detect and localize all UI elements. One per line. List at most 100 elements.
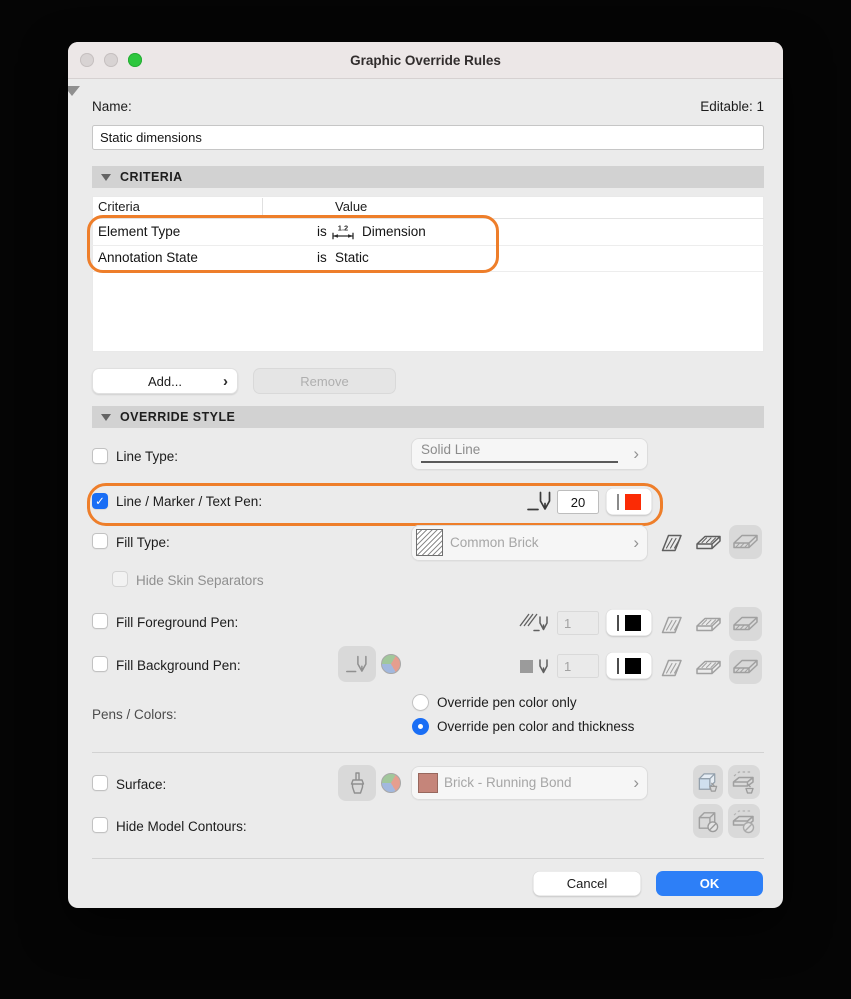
paintbrush-icon bbox=[350, 771, 364, 794]
hide-contours-label: Hide Model Contours: bbox=[116, 819, 247, 834]
fill-pattern-swatch bbox=[416, 529, 443, 556]
add-button-label: Add... bbox=[148, 373, 182, 389]
pen-weight-bar bbox=[616, 493, 620, 510]
bg-pen-icon bbox=[520, 659, 548, 674]
name-input[interactable] bbox=[92, 125, 764, 150]
bg-color-wheel-icon[interactable] bbox=[381, 654, 401, 674]
surface-dropdown[interactable]: Brick - Running Bond › bbox=[411, 766, 648, 800]
window-title: Graphic Override Rules bbox=[350, 53, 501, 68]
divider bbox=[92, 752, 764, 753]
cube-null-icon bbox=[698, 812, 719, 833]
radio-pen-color-thickness-label[interactable]: Override pen color and thickness bbox=[437, 719, 634, 734]
line-type-value: Solid Line bbox=[421, 442, 481, 457]
radio-pen-color-thickness[interactable] bbox=[412, 718, 429, 735]
criteria-section-header[interactable]: CRITERIA bbox=[92, 166, 764, 188]
override-style-section-header[interactable]: OVERRIDE STYLE bbox=[92, 406, 764, 428]
radio-pen-color-only[interactable] bbox=[412, 694, 429, 711]
ok-button[interactable]: OK bbox=[656, 871, 763, 896]
dimension-icon-text: 1.2 bbox=[338, 224, 348, 233]
line-sample bbox=[421, 461, 618, 463]
fill-type-dropdown[interactable]: Common Brick › bbox=[411, 525, 648, 561]
surface-checkbox[interactable] bbox=[92, 775, 108, 791]
section-collapse-icon bbox=[101, 173, 111, 181]
fill-fg-value-input[interactable] bbox=[557, 611, 599, 635]
slab-null-icon bbox=[732, 810, 755, 834]
fill-fg-color-button[interactable] bbox=[606, 609, 652, 636]
check-icon: ✓ bbox=[95, 496, 105, 508]
column-header-value[interactable]: Value bbox=[335, 199, 367, 214]
chevron-right-icon: › bbox=[633, 773, 639, 793]
criterion-operator: is bbox=[317, 224, 327, 239]
pen-color-button[interactable] bbox=[606, 488, 652, 515]
criterion-value: Dimension bbox=[362, 224, 426, 239]
pen-red-swatch bbox=[625, 493, 642, 510]
cover-fill-icon[interactable] bbox=[694, 614, 723, 636]
fill-type-label: Fill Type: bbox=[116, 535, 170, 550]
section-collapse-icon bbox=[101, 413, 111, 421]
criteria-section-title: CRITERIA bbox=[120, 170, 183, 184]
name-label: Name: bbox=[92, 99, 132, 114]
cancel-button[interactable]: Cancel bbox=[533, 871, 641, 896]
criterion-name: Annotation State bbox=[98, 250, 198, 265]
surface-swatch bbox=[418, 773, 438, 793]
cut-fill-button[interactable] bbox=[729, 607, 762, 641]
fg-pen-icon bbox=[519, 613, 548, 632]
line-type-checkbox[interactable] bbox=[92, 448, 108, 464]
criterion-value: Static bbox=[335, 250, 369, 265]
criterion-operator: is bbox=[317, 250, 327, 265]
contours-model-button[interactable] bbox=[693, 804, 723, 838]
cover-fill-icon[interactable] bbox=[694, 657, 723, 679]
screen: Graphic Override Rules Name: Editable: 1… bbox=[0, 0, 851, 999]
surface-value: Brick - Running Bond bbox=[444, 775, 572, 790]
collapse-arrow-icon[interactable] bbox=[68, 86, 80, 96]
paint-cut-button[interactable] bbox=[728, 765, 760, 799]
pen-weight-bar bbox=[616, 657, 620, 674]
fg-black-swatch bbox=[625, 614, 642, 631]
fill-bg-color-button[interactable] bbox=[606, 652, 652, 679]
fill-fg-checkbox[interactable] bbox=[92, 613, 108, 629]
table-row[interactable]: Annotation State is Static bbox=[92, 245, 764, 272]
line-type-label: Line Type: bbox=[116, 449, 179, 464]
cut-fill-icon bbox=[733, 659, 758, 674]
table-row[interactable]: Element Type is 1.2 Dimension bbox=[92, 219, 764, 246]
pen-checkbox[interactable]: ✓ bbox=[92, 493, 108, 509]
surface-picker-button[interactable] bbox=[338, 765, 376, 801]
editable-count: Editable: 1 bbox=[700, 99, 764, 114]
pen-icon bbox=[527, 491, 551, 511]
column-divider bbox=[262, 198, 263, 216]
drafting-fill-icon[interactable] bbox=[658, 531, 685, 555]
paint-model-button[interactable] bbox=[693, 765, 723, 799]
chevron-right-icon: › bbox=[633, 533, 639, 553]
hide-contours-checkbox[interactable] bbox=[92, 817, 108, 833]
pen-value-input[interactable] bbox=[557, 490, 599, 514]
contours-cut-button[interactable] bbox=[728, 804, 760, 838]
surface-color-wheel-icon[interactable] bbox=[381, 773, 401, 793]
cut-fill-icon bbox=[733, 616, 758, 631]
fill-fg-label: Fill Foreground Pen: bbox=[116, 615, 239, 630]
slab-brush-icon bbox=[732, 771, 754, 794]
column-header-criteria[interactable]: Criteria bbox=[98, 199, 140, 214]
fill-type-checkbox[interactable] bbox=[92, 533, 108, 549]
hide-skin-checkbox[interactable] bbox=[112, 571, 128, 587]
fill-bg-checkbox[interactable] bbox=[92, 656, 108, 672]
divider bbox=[92, 858, 764, 859]
ok-button-label: OK bbox=[699, 876, 720, 891]
fill-bg-value-input[interactable] bbox=[557, 654, 599, 678]
drafting-fill-icon[interactable] bbox=[658, 613, 685, 637]
line-type-dropdown[interactable]: Solid Line › bbox=[411, 438, 648, 470]
drafting-fill-icon[interactable] bbox=[658, 656, 685, 680]
hide-skin-label: Hide Skin Separators bbox=[136, 573, 264, 588]
remove-button-label: Remove bbox=[300, 373, 349, 389]
cover-fill-icon[interactable] bbox=[694, 532, 723, 554]
remove-button[interactable]: Remove bbox=[253, 368, 396, 394]
bg-pen-picker-button[interactable] bbox=[338, 646, 376, 682]
pen-weight-bar bbox=[616, 614, 620, 631]
pen-icon bbox=[346, 655, 367, 673]
radio-pen-color-only-label[interactable]: Override pen color only bbox=[437, 695, 577, 710]
override-style-section-title: OVERRIDE STYLE bbox=[120, 410, 236, 424]
chevron-right-icon: › bbox=[633, 444, 639, 464]
graphic-override-rules-dialog: Graphic Override Rules Name: Editable: 1… bbox=[68, 42, 783, 908]
cut-fill-button[interactable] bbox=[729, 525, 762, 559]
cut-fill-button[interactable] bbox=[729, 650, 762, 684]
add-button[interactable]: Add... › bbox=[92, 368, 238, 394]
